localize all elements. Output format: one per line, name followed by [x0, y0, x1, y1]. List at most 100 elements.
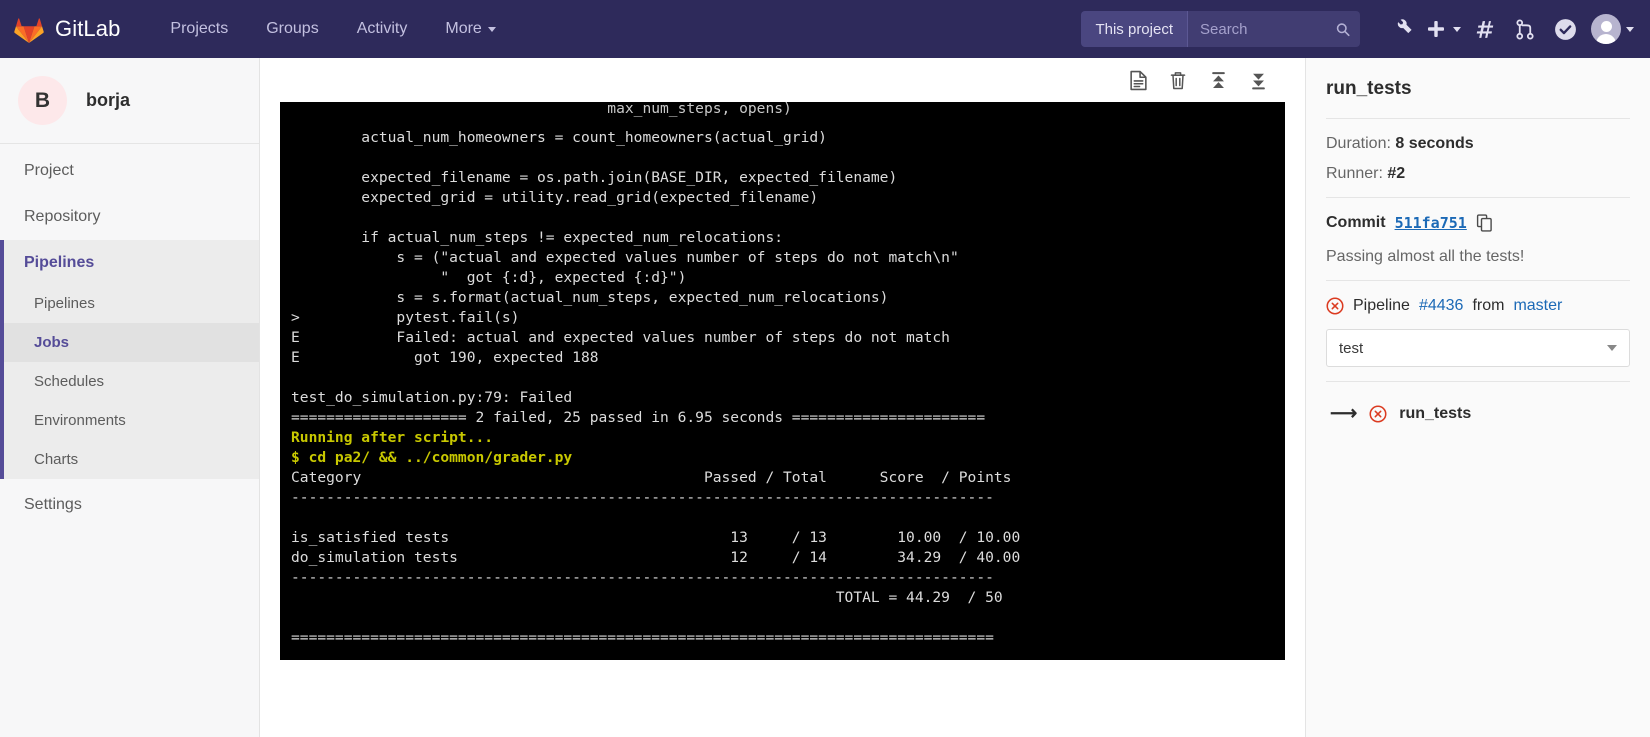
commit-label: Commit — [1326, 214, 1386, 232]
log-line: max_num_steps, opens) — [291, 102, 1285, 119]
job-title: run_tests — [1326, 58, 1630, 118]
raw-log-icon — [1129, 70, 1148, 91]
job-list-item-name: run_tests — [1399, 405, 1471, 423]
job-log-terminal[interactable]: max_num_steps, opens) actual_num_homeown… — [280, 102, 1285, 660]
pipeline-from-label: from — [1472, 297, 1504, 315]
raw-log-icon-button[interactable] — [1121, 65, 1155, 95]
stage-select-value: test — [1339, 340, 1363, 357]
job-log-column: max_num_steps, opens) actual_num_homeown… — [260, 58, 1305, 737]
nav-link-label: More — [445, 20, 481, 38]
log-line: expected_grid = utility.read_grid(expect… — [291, 188, 1285, 208]
log-line — [291, 608, 1285, 628]
log-line: E got 190, expected 188 — [291, 348, 1285, 368]
sidebar-project-header[interactable]: B borja — [0, 58, 259, 144]
duration-value: 8 seconds — [1395, 135, 1473, 152]
project-sidebar: B borja Project Repository Pipelines Pip… — [0, 58, 260, 737]
runner-label: Runner: — [1326, 165, 1383, 182]
sidebar-item-pipelines[interactable]: Pipelines — [4, 284, 259, 323]
chevron-down-icon — [1626, 27, 1634, 32]
gitlab-logo-icon — [14, 15, 44, 43]
search-icon — [1336, 21, 1350, 38]
log-line: Category Passed / Total Score / Points — [291, 468, 1285, 488]
erase-log-button[interactable] — [1161, 65, 1195, 95]
job-sidebar: run_tests Duration: 8 seconds Runner: #2… — [1305, 58, 1650, 737]
main-content: max_num_steps, opens) actual_num_homeown… — [260, 58, 1650, 737]
log-line — [291, 508, 1285, 528]
sidebar-item-jobs[interactable]: Jobs — [4, 323, 259, 362]
nav-link-projects[interactable]: Projects — [152, 12, 246, 46]
admin-wrench-icon[interactable] — [1382, 9, 1422, 49]
pipeline-ref-link[interactable]: master — [1513, 297, 1562, 315]
log-line: $ cd pa2/ && ../common/grader.py — [291, 448, 1285, 468]
primary-nav: Projects Groups Activity More — [152, 12, 513, 46]
scroll-to-top-icon — [1209, 70, 1228, 91]
stage-select[interactable]: test — [1326, 329, 1630, 367]
pipeline-block: Pipeline #4436 from master test — [1326, 281, 1630, 381]
chevron-down-icon — [1607, 345, 1617, 351]
chevron-down-icon — [1453, 27, 1461, 32]
sidebar-item-repository[interactable]: Repository — [0, 194, 259, 240]
log-toolbar — [280, 58, 1285, 102]
sidebar-item-schedules[interactable]: Schedules — [4, 362, 259, 401]
gitlab-brand[interactable]: GitLab — [14, 15, 120, 43]
nav-link-groups[interactable]: Groups — [248, 12, 336, 46]
log-line — [291, 148, 1285, 168]
duration-row: Duration: 8 seconds — [1326, 135, 1630, 153]
merge-requests-icon-wrap[interactable] — [1505, 9, 1545, 49]
commit-block: Commit 511fa751 Passing almost all the t… — [1326, 198, 1630, 280]
commit-message: Passing almost all the tests! — [1326, 248, 1630, 266]
log-line: if actual_num_steps != expected_num_relo… — [291, 228, 1285, 248]
log-line: E Failed: actual and expected values num… — [291, 328, 1285, 348]
scroll-to-bottom-button[interactable] — [1241, 65, 1275, 95]
nav-link-more[interactable]: More — [427, 12, 513, 46]
top-navbar: GitLab Projects Groups Activity More Thi… — [0, 0, 1650, 58]
avatar — [1591, 14, 1621, 44]
search-scope-button[interactable]: This project — [1081, 11, 1188, 47]
trash-icon — [1169, 70, 1187, 91]
log-line: s = ("actual and expected values number … — [291, 248, 1285, 268]
log-line: " got {:d}, expected {:d}") — [291, 268, 1285, 288]
log-line: do_simulation tests 12 / 14 34.29 / 40.0… — [291, 548, 1285, 568]
issues-icon-wrap[interactable] — [1465, 9, 1505, 49]
sidebar-item-settings[interactable]: Settings — [0, 482, 259, 528]
new-dropdown[interactable] — [1422, 9, 1465, 49]
pipeline-label: Pipeline — [1353, 297, 1410, 315]
user-menu[interactable] — [1591, 14, 1634, 44]
log-line: actual_num_homeowners = count_homeowners… — [291, 128, 1285, 148]
log-line — [291, 368, 1285, 388]
job-list-item[interactable]: ⟶ run_tests — [1326, 382, 1630, 423]
arrow-right-icon: ⟶ — [1330, 404, 1357, 423]
pipeline-id-link[interactable]: #4436 — [1419, 297, 1464, 315]
log-line: TOTAL = 44.29 / 50 — [291, 588, 1285, 608]
project-name: borja — [86, 90, 130, 111]
runner-value: #2 — [1387, 165, 1405, 182]
nav-link-activity[interactable]: Activity — [339, 12, 426, 46]
log-line: is_satisfied tests 13 / 13 10.00 / 10.00 — [291, 528, 1285, 548]
job-meta: Duration: 8 seconds Runner: #2 — [1326, 119, 1630, 197]
chevron-down-icon — [488, 27, 496, 32]
commit-row: Commit 511fa751 — [1326, 214, 1630, 232]
nav-link-label: Groups — [266, 20, 318, 38]
scroll-to-top-button[interactable] — [1201, 65, 1235, 95]
log-line: Running after script... — [291, 428, 1285, 448]
sidebar-item-environments[interactable]: Environments — [4, 401, 259, 440]
copy-sha-button[interactable] — [1476, 214, 1493, 232]
search-box[interactable] — [1188, 11, 1360, 47]
plus-icon — [1426, 19, 1446, 39]
plus-icon-wrap[interactable] — [1422, 9, 1450, 49]
navbar-right: This project — [1081, 9, 1634, 49]
todos-icon-wrap[interactable] — [1545, 9, 1585, 49]
commit-sha-link[interactable]: 511fa751 — [1395, 214, 1467, 232]
log-line: ----------------------------------------… — [291, 488, 1285, 508]
merge-request-icon — [1515, 19, 1535, 40]
sidebar-item-project[interactable]: Project — [0, 148, 259, 194]
log-line: > pytest.fail(s) — [291, 308, 1285, 328]
duration-label: Duration: — [1326, 135, 1391, 152]
sidebar-item-charts[interactable]: Charts — [4, 440, 259, 479]
sidebar-nav: Project Repository Pipelines Pipelines J… — [0, 144, 259, 528]
log-line: test_do_simulation.py:79: Failed — [291, 388, 1285, 408]
sidebar-group-title[interactable]: Pipelines — [4, 240, 259, 284]
log-line — [291, 648, 1285, 660]
brand-name: GitLab — [55, 16, 120, 42]
search-input[interactable] — [1200, 21, 1328, 38]
